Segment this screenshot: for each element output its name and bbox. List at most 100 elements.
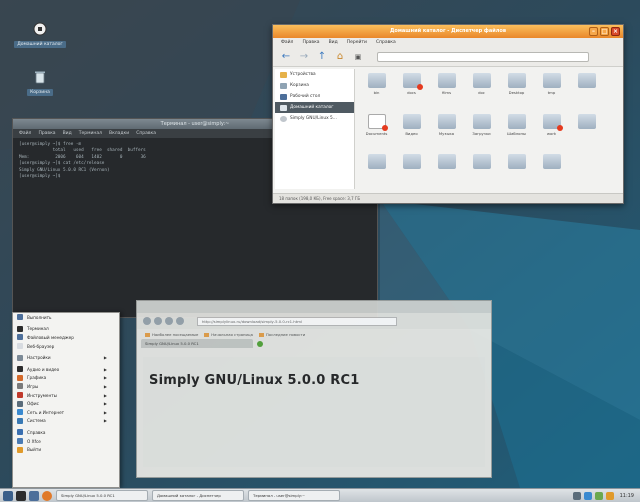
folder-icon bbox=[577, 113, 596, 129]
bookmark-item[interactable]: Последние новости bbox=[259, 332, 305, 337]
file-item[interactable] bbox=[499, 152, 534, 188]
start-menu-item[interactable]: Система ▶ bbox=[13, 417, 119, 426]
file-item[interactable] bbox=[569, 71, 604, 107]
file-name: docs bbox=[407, 90, 416, 95]
start-menu-item[interactable]: Инструменты ▶ bbox=[13, 391, 119, 400]
start-menu-item[interactable]: Офис ▶ bbox=[13, 399, 119, 408]
menu-file[interactable]: Файл bbox=[281, 38, 293, 47]
reload-button[interactable] bbox=[165, 317, 173, 325]
maximize-button[interactable]: □ bbox=[600, 27, 609, 36]
file-item[interactable]: bin bbox=[359, 71, 394, 107]
browser-launcher-icon[interactable] bbox=[42, 490, 52, 501]
forward-arrow-icon[interactable]: → bbox=[297, 50, 311, 64]
desktop-icon-trash[interactable]: Корзина bbox=[12, 70, 68, 96]
file-item[interactable]: Documents bbox=[359, 112, 394, 148]
start-menu-item[interactable]: Веб-браузер bbox=[13, 342, 119, 351]
taskbar-task[interactable]: Домашний каталог - Диспетчер bbox=[152, 490, 244, 501]
start-menu-item[interactable]: Выполнить bbox=[13, 313, 119, 322]
start-menu-item[interactable]: Игры ▶ bbox=[13, 382, 119, 391]
folder-icon bbox=[402, 113, 421, 129]
file-item[interactable] bbox=[429, 152, 464, 188]
menu-view[interactable]: Вид bbox=[329, 38, 338, 47]
sidebar-item-trash[interactable]: Корзина bbox=[275, 80, 354, 91]
file-manager-launcher-icon[interactable] bbox=[29, 490, 39, 501]
file-name: tmp bbox=[547, 90, 556, 95]
file-item[interactable]: docs bbox=[394, 71, 429, 107]
file-item[interactable]: tmp bbox=[534, 71, 569, 107]
home-icon[interactable]: ⌂ bbox=[333, 50, 347, 64]
volume-icon[interactable] bbox=[583, 491, 592, 500]
sidebar-item-disc[interactable]: Simply GNU/Linux 5... bbox=[275, 113, 354, 124]
keyboard-layout-icon[interactable] bbox=[594, 491, 603, 500]
taskbar-task[interactable]: Simply GNU/Linux 5.0.0 RC1 bbox=[56, 490, 148, 501]
url-bar[interactable]: http://simplylinux.ru/download/simply-5.… bbox=[197, 316, 397, 326]
sidebar-item-home[interactable]: Домашний каталог bbox=[275, 102, 354, 113]
app-menu-icon[interactable] bbox=[3, 490, 13, 501]
taskbar-task[interactable]: Терминал - user@simply:~ bbox=[248, 490, 340, 501]
menu-item-icon bbox=[17, 429, 23, 436]
menu-help[interactable]: Справка bbox=[376, 38, 396, 47]
terminal-launcher-icon[interactable] bbox=[16, 490, 26, 501]
start-menu-item[interactable]: Настройки ▶ bbox=[13, 353, 119, 362]
start-menu-item[interactable]: Выйти bbox=[13, 445, 119, 454]
folder-icon bbox=[472, 73, 491, 88]
file-item[interactable]: Шаблоны bbox=[499, 112, 534, 148]
menu-item-icon bbox=[17, 366, 23, 373]
menu-edit[interactable]: Правка bbox=[38, 129, 55, 138]
menu-help[interactable]: Справка bbox=[136, 129, 156, 138]
file-item[interactable] bbox=[359, 152, 394, 188]
start-menu-item[interactable]: Терминал bbox=[13, 325, 119, 334]
network-icon[interactable] bbox=[572, 491, 581, 500]
file-manager-window[interactable]: Домашний каталог - Диспетчер файлов – □ … bbox=[272, 24, 624, 204]
desktop-icon-home[interactable]: Домашний каталог bbox=[12, 22, 68, 48]
close-button[interactable]: × bbox=[611, 27, 620, 36]
file-item[interactable]: films bbox=[429, 71, 464, 107]
file-name: bin bbox=[373, 90, 380, 95]
home-button[interactable] bbox=[176, 317, 184, 325]
file-item[interactable]: Desktop bbox=[499, 71, 534, 107]
drive-icon[interactable]: ▣ bbox=[351, 50, 365, 64]
back-arrow-icon[interactable]: ← bbox=[279, 50, 293, 64]
location-bar[interactable] bbox=[377, 51, 589, 62]
file-item[interactable]: Видео bbox=[394, 112, 429, 148]
file-name: Видео bbox=[405, 130, 418, 136]
bookmark-item[interactable]: Начальная страница bbox=[204, 332, 253, 337]
start-menu-item[interactable]: Файловый менеджер bbox=[13, 333, 119, 342]
start-menu-item[interactable]: Справка bbox=[13, 428, 119, 437]
menu-go[interactable]: Перейти bbox=[347, 38, 367, 47]
up-arrow-icon[interactable]: ↑ bbox=[315, 50, 329, 64]
browser-titlebar[interactable] bbox=[137, 301, 491, 313]
start-menu-item[interactable]: Сеть и Интернет ▶ bbox=[13, 408, 119, 417]
start-menu-item[interactable]: Графика ▶ bbox=[13, 374, 119, 383]
sidebar-item-label: Рабочий стол bbox=[290, 94, 321, 99]
folder-icon bbox=[472, 113, 491, 129]
minimize-button[interactable]: – bbox=[589, 27, 598, 36]
menu-terminal[interactable]: Терминал bbox=[79, 129, 102, 138]
trash-icon bbox=[280, 82, 287, 89]
bookmark-item[interactable]: Наиболее посещаемые bbox=[145, 332, 198, 337]
menu-view[interactable]: Вид bbox=[63, 129, 72, 138]
file-item[interactable]: work bbox=[534, 112, 569, 148]
menu-file[interactable]: Файл bbox=[19, 129, 31, 138]
sidebar-item-devices[interactable]: Устройства bbox=[275, 69, 354, 80]
start-menu-item[interactable]: Аудио и видео ▶ bbox=[13, 365, 119, 374]
file-item[interactable] bbox=[464, 152, 499, 188]
file-item[interactable] bbox=[569, 112, 604, 148]
file-item[interactable]: doc bbox=[464, 71, 499, 107]
file-item[interactable] bbox=[394, 152, 429, 188]
new-tab-icon[interactable] bbox=[257, 341, 263, 347]
forward-button[interactable] bbox=[154, 317, 162, 325]
file-manager-titlebar[interactable]: Домашний каталог - Диспетчер файлов – □ … bbox=[273, 25, 623, 38]
clock[interactable]: 11:19 bbox=[620, 493, 634, 499]
menu-tabs[interactable]: Вкладки bbox=[109, 129, 129, 138]
file-item[interactable]: Загрузки bbox=[464, 112, 499, 148]
back-button[interactable] bbox=[143, 317, 151, 325]
sidebar-item-desktop[interactable]: Рабочий стол bbox=[275, 91, 354, 102]
menu-edit[interactable]: Правка bbox=[302, 38, 319, 47]
file-item[interactable] bbox=[534, 152, 569, 188]
start-menu-item[interactable]: О Xfce bbox=[13, 437, 119, 446]
updates-icon[interactable] bbox=[605, 491, 614, 500]
file-item[interactable]: Музыка bbox=[429, 112, 464, 148]
browser-window[interactable]: http://simplylinux.ru/download/simply-5.… bbox=[136, 300, 492, 478]
browser-tab[interactable]: Simply GNU/Linux 5.0.0 RC1 bbox=[141, 339, 253, 348]
